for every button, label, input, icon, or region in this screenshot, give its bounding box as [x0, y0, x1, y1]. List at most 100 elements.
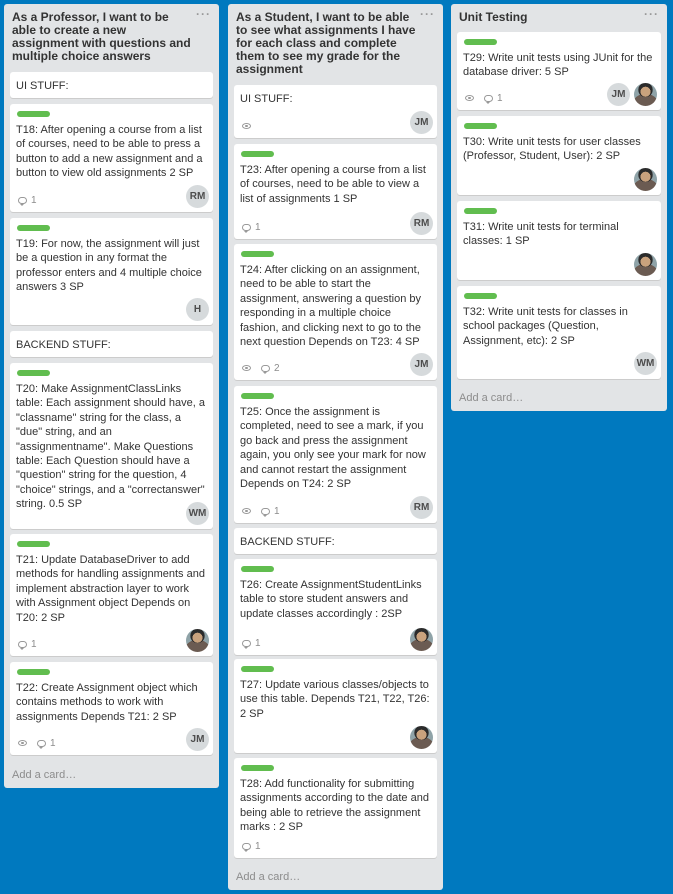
card[interactable]: T21: Update DatabaseDriver to add method… — [10, 534, 213, 656]
list-title-text: Unit Testing — [459, 10, 528, 24]
list-menu-icon[interactable]: ··· — [644, 8, 659, 20]
add-card-link[interactable]: Add a card… — [236, 871, 300, 883]
card-badges: 1 — [242, 637, 271, 649]
green-label — [17, 669, 50, 675]
card-badges: 1 — [18, 194, 47, 206]
card-title: T20: Make AssignmentClassLinks table: Ea… — [16, 383, 205, 511]
eye-icon — [242, 365, 251, 371]
green-label — [464, 123, 497, 129]
card[interactable]: T23: After opening a course from a list … — [234, 144, 437, 239]
card[interactable]: T19: For now, the assignment will just b… — [10, 218, 213, 325]
card-title: T29: Write unit tests using JUnit for th… — [463, 52, 653, 79]
card-title: T32: Write unit tests for classes in sch… — [463, 306, 628, 347]
card-badges: 1 — [242, 221, 271, 233]
green-label — [464, 208, 497, 214]
comments-count: 1 — [255, 637, 261, 649]
card-title: T28: Add functionality for submitting as… — [240, 778, 429, 834]
list-title-text: As a Student, I want to be able to see w… — [236, 10, 416, 76]
green-label — [464, 293, 497, 299]
comments-count: 1 — [274, 505, 280, 517]
list-title[interactable]: As a Student, I want to be able to see w… — [228, 4, 443, 82]
card-title: UI STUFF: — [240, 93, 293, 105]
green-label — [241, 251, 274, 257]
avatar[interactable]: H — [186, 298, 209, 321]
green-label — [17, 541, 50, 547]
comment-icon — [242, 639, 251, 649]
comment-icon — [18, 196, 27, 206]
comments-badge: 1 — [18, 195, 37, 206]
avatar-photo[interactable] — [634, 168, 657, 191]
avatar[interactable]: JM — [410, 111, 433, 134]
comments-badge: 1 — [18, 639, 37, 650]
avatar[interactable]: WM — [634, 352, 657, 375]
eye-icon — [242, 508, 251, 514]
card-badges — [242, 120, 261, 132]
add-card-link[interactable]: Add a card… — [12, 769, 76, 781]
avatar[interactable]: JM — [186, 728, 209, 751]
avatar[interactable]: JM — [410, 353, 433, 376]
comments-badge: 1 — [261, 506, 280, 517]
watch-badge — [242, 508, 251, 514]
comment-icon — [261, 507, 270, 517]
card[interactable]: T25: Once the assignment is completed, n… — [234, 386, 437, 523]
card[interactable]: T29: Write unit tests using JUnit for th… — [457, 32, 661, 110]
comment-icon — [18, 640, 27, 650]
card[interactable]: T32: Write unit tests for classes in sch… — [457, 286, 661, 379]
comments-badge: 1 — [242, 638, 261, 649]
avatar-photo[interactable] — [634, 83, 657, 106]
card[interactable]: T22: Create Assignment object which cont… — [10, 662, 213, 755]
avatar-photo[interactable] — [410, 628, 433, 651]
card[interactable]: T28: Add functionality for submitting as… — [234, 758, 437, 858]
comments-count: 1 — [31, 638, 37, 650]
avatar-photo[interactable] — [186, 629, 209, 652]
card-title: T22: Create Assignment object which cont… — [16, 682, 198, 723]
comments-badge: 1 — [37, 738, 56, 749]
card-badges: 1 — [242, 840, 271, 852]
card-title: T30: Write unit tests for user classes (… — [463, 136, 641, 163]
card[interactable]: T27: Update various classes/objects to u… — [234, 659, 437, 753]
card[interactable]: UI STUFF: JM — [234, 85, 437, 138]
card[interactable]: T30: Write unit tests for user classes (… — [457, 116, 661, 195]
list-title[interactable]: As a Professor, I want to be able to cre… — [4, 4, 219, 69]
card[interactable]: T18: After opening a course from a list … — [10, 104, 213, 212]
card[interactable]: UI STUFF: — [10, 72, 213, 98]
card-title: T26: Create AssignmentStudentLinks table… — [240, 579, 422, 620]
list-menu-icon[interactable]: ··· — [196, 8, 211, 20]
avatar-photo[interactable] — [410, 726, 433, 749]
avatar[interactable]: RM — [186, 185, 209, 208]
card[interactable]: T31: Write unit tests for terminal class… — [457, 201, 661, 280]
avatar[interactable]: JM — [607, 83, 630, 106]
card[interactable]: BACKEND STUFF: — [234, 528, 437, 554]
comments-count: 1 — [255, 840, 261, 852]
watch-badge — [242, 365, 251, 371]
comment-icon — [242, 223, 251, 233]
card[interactable]: T26: Create AssignmentStudentLinks table… — [234, 559, 437, 655]
comments-badge: 2 — [261, 363, 280, 374]
eye-icon — [242, 123, 251, 129]
eye-icon — [18, 740, 27, 746]
card-title: UI STUFF: — [16, 80, 69, 92]
card[interactable]: T20: Make AssignmentClassLinks table: Ea… — [10, 363, 213, 529]
card-title: T25: Once the assignment is completed, n… — [240, 406, 426, 491]
card-title: T31: Write unit tests for terminal class… — [463, 221, 619, 248]
avatar[interactable]: WM — [186, 502, 209, 525]
eye-icon — [465, 95, 474, 101]
avatar-photo[interactable] — [634, 253, 657, 276]
card[interactable]: BACKEND STUFF: — [10, 331, 213, 357]
comments-count: 2 — [274, 362, 280, 374]
card-badges: 1 — [465, 92, 513, 104]
comment-icon — [242, 842, 251, 852]
green-label — [241, 393, 274, 399]
green-label — [17, 225, 50, 231]
card[interactable]: T24: After clicking on an assignment, ne… — [234, 244, 437, 380]
watch-badge — [465, 95, 474, 101]
avatar[interactable]: RM — [410, 212, 433, 235]
add-card-link[interactable]: Add a card… — [459, 392, 523, 404]
list-title[interactable]: Unit Testing ··· — [451, 4, 667, 30]
avatar[interactable]: RM — [410, 496, 433, 519]
comments-count: 1 — [255, 221, 261, 233]
green-label — [464, 39, 497, 45]
green-label — [17, 370, 50, 376]
comments-badge: 1 — [242, 222, 261, 233]
list-menu-icon[interactable]: ··· — [420, 8, 435, 20]
